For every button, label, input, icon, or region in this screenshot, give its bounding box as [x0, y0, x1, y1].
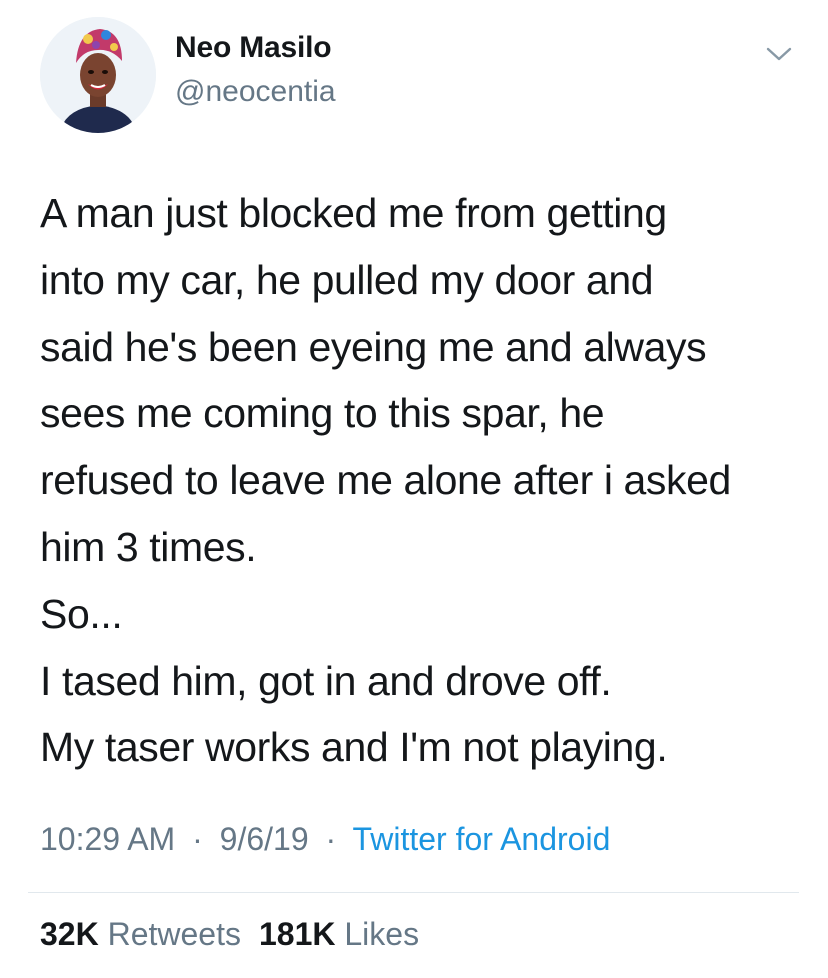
- tweet-line: I tased him, got in and drove off.: [40, 657, 612, 704]
- tweet-date[interactable]: 9/6/19: [220, 821, 309, 857]
- divider: [28, 892, 799, 893]
- likes-count: 181K: [258, 916, 336, 952]
- retweets-label: Retweets: [107, 916, 241, 952]
- retweets-stat[interactable]: 32K Retweets: [40, 916, 241, 952]
- tweet-line: refused to leave me alone after i asked: [40, 457, 731, 504]
- chevron-down-icon[interactable]: [765, 44, 793, 64]
- likes-stat[interactable]: 181K Likes: [259, 916, 419, 952]
- tweet-line: him 3 times.: [40, 523, 257, 570]
- retweets-count: 32K: [40, 916, 99, 952]
- tweet-line: My taser works and I'm not playing.: [40, 724, 668, 771]
- tweet-time[interactable]: 10:29 AM: [40, 821, 175, 857]
- profile-photo: [40, 17, 156, 133]
- likes-label: Likes: [344, 916, 420, 952]
- tweet-stats: 32K Retweets 181K Likes: [40, 916, 419, 953]
- avatar[interactable]: [40, 17, 156, 133]
- separator: ·: [192, 821, 203, 857]
- user-handle[interactable]: @neocentia: [175, 75, 336, 109]
- tweet-text: A man just blocked me from getting into …: [40, 180, 805, 781]
- tweet-line: A man just blocked me from getting: [40, 190, 667, 236]
- tweet-line: sees me coming to this spar, he: [40, 390, 605, 437]
- tweet-line: said he's been eyeing me and always: [40, 323, 707, 370]
- display-name[interactable]: Neo Masilo: [175, 31, 332, 65]
- tweet-line: into my car, he pulled my door and: [40, 256, 654, 303]
- separator: ·: [325, 821, 337, 857]
- tweet-source-link[interactable]: Twitter for Android: [352, 821, 610, 857]
- tweet-metadata: 10:29 AM · 9/6/19 · Twitter for Android: [40, 821, 610, 858]
- tweet-line: So...: [40, 590, 123, 637]
